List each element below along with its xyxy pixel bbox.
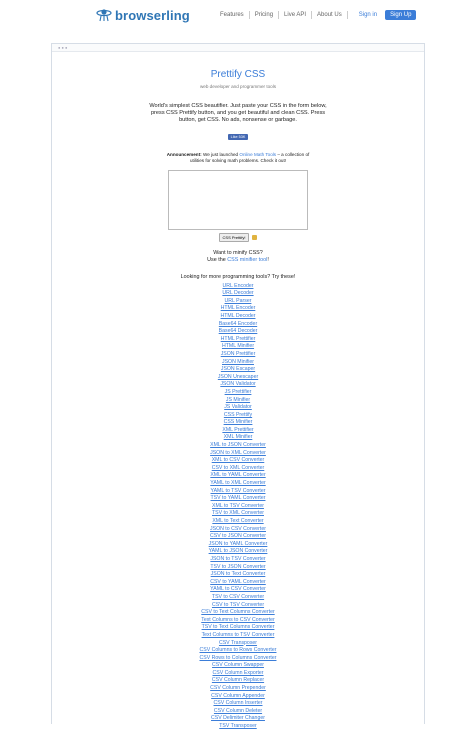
css-prettify-button[interactable]: CSS Prettify! [218,232,250,242]
tool-link[interactable]: TSV to Text Columns Converter [52,624,424,632]
css-minifier-link[interactable]: CSS minifier tool [227,257,267,263]
tool-link[interactable]: CSV Column Swapper [52,662,424,670]
tool-link[interactable]: JSON to YAML Converter [52,541,424,549]
brand-name: browserling [115,7,190,23]
action-row: CSS Prettify! [52,232,424,242]
intro-text: World's simplest CSS beautifier. Just pa… [149,103,327,124]
tool-link[interactable]: CSV Columns to Rows Converter [52,647,424,655]
tool-link[interactable]: CSV to XML Converter [52,465,424,473]
sign-in-link[interactable]: Sign in [359,12,377,18]
tool-link[interactable]: CSV Delimiter Changer [52,715,424,723]
page-subtitle: web developer and programmer tools [199,84,277,89]
css-input-textarea[interactable] [168,169,308,230]
top-nav: Features Pricing Live API About Us Sign … [220,10,417,20]
tool-link[interactable]: JSON to XML Converter [52,450,424,458]
tool-link[interactable]: XML to CSV Converter [52,457,424,465]
minify-line: Use the CSS minifier tool! [52,257,424,264]
tool-link[interactable]: TSV to CSV Converter [52,594,424,602]
tool-link[interactable]: CSV Column Inserter [52,700,424,708]
announcement: Announcement: We just launched Online Ma… [163,152,313,164]
minify-post: ! [267,256,269,263]
tool-link[interactable]: XML to Text Converter [52,518,424,526]
tool-link[interactable]: JSON Minifier [52,359,424,367]
more-tools-heading: Looking for more programming tools? Try … [180,273,296,280]
facebook-like-button[interactable]: Like 53K [227,133,249,140]
tool-list: URL Encoder URL Decoder URL Parser HTML Enc… [52,283,424,731]
tool-link[interactable]: CSV Column Deleter [52,708,424,716]
tool-link[interactable]: URL Encoder [52,283,424,291]
tool-link[interactable]: URL Parser [52,298,424,306]
page-title: Prettify CSS [210,69,266,80]
tool-link[interactable]: CSV Column Exporter [52,670,424,678]
browserling-logo-icon [96,9,112,22]
main-content: Prettify CSS web developer and programme… [52,69,424,731]
nav-divider [248,11,250,19]
site-header: browserling Features Pricing Live API Ab… [0,0,474,30]
tool-link[interactable]: CSV Transposer [52,640,424,648]
nav-features[interactable]: Features [220,12,244,18]
tool-link[interactable]: CSS Minifier [52,419,424,427]
tool-link[interactable]: URL Decoder [52,290,424,298]
tool-link[interactable]: CSV Column Replacer [52,677,424,685]
announcement-label: Announcement: [166,151,202,157]
tool-link[interactable]: CSS Prettify [52,412,424,420]
announcement-pre: We just launched [201,151,240,157]
tool-link[interactable]: JSON Escaper [52,366,424,374]
tool-link[interactable]: CSV Column Appender [52,693,424,701]
tool-link[interactable]: HTML Encoder [52,305,424,313]
tool-link[interactable]: YAML to CSV Converter [52,586,424,594]
tool-link[interactable]: CSV to JSON Converter [52,533,424,541]
nav-divider [278,11,280,19]
tool-link[interactable]: JSON to CSV Converter [52,526,424,534]
brand-logo[interactable]: browserling [96,7,190,23]
tool-link[interactable]: TSV Transposer [52,723,424,731]
tool-link[interactable]: XML Minifier [52,434,424,442]
tool-link[interactable]: JSON to Text Converter [52,571,424,579]
tool-link[interactable]: TSV to XML Converter [52,510,424,518]
minify-question: Want to minify CSS? [213,249,263,256]
sign-up-button[interactable]: Sign Up [385,10,417,20]
tool-link[interactable]: XML to JSON Converter [52,442,424,450]
tool-link[interactable]: TSV to JSON Converter [52,564,424,572]
tool-link[interactable]: CSV to YAML Converter [52,579,424,587]
tool-link[interactable]: CSV to Text Columns Converter [52,609,424,617]
tool-link[interactable]: JSON Prettifier [52,351,424,359]
tool-link[interactable]: CSV Rows to Columns Converter [52,655,424,663]
tool-link[interactable]: Base64 Encoder [52,321,424,329]
tool-link[interactable]: JS Minifier [52,397,424,405]
tool-link[interactable]: JSON Validator [52,381,424,389]
minify-promo: Want to minify CSS? Use the CSS minifier… [52,250,424,264]
nav-pricing[interactable]: Pricing [255,12,273,18]
tool-link[interactable]: Base64 Decoder [52,328,424,336]
minify-pre: Use the [207,256,228,263]
tool-link[interactable]: TSV to YAML Converter [52,495,424,503]
tool-link[interactable]: HTML Prettifier [52,336,424,344]
tool-link[interactable]: HTML Decoder [52,313,424,321]
frame-toolbar: ● ● ● [52,44,424,52]
tool-link[interactable]: Text Columns to TSV Converter [52,632,424,640]
tool-link[interactable]: HTML Minifier [52,343,424,351]
content-frame: ● ● ● Prettify CSS web developer and pro… [51,43,425,729]
tool-link[interactable]: JS Prettifier [52,389,424,397]
tool-link[interactable]: JS Validator [52,404,424,412]
tool-link[interactable]: XML Prettifier [52,427,424,435]
tool-link[interactable]: CSV Column Prepender [52,685,424,693]
options-icon[interactable] [252,234,258,240]
tool-link[interactable]: YAML to TSV Converter [52,488,424,496]
tool-link[interactable]: JSON Unescaper [52,374,424,382]
tool-link[interactable]: CSV to TSV Converter [52,602,424,610]
nav-live-api[interactable]: Live API [284,12,306,18]
nav-divider [346,11,348,19]
tool-link[interactable]: YAML to XML Converter [52,480,424,488]
tool-link[interactable]: Text Columns to CSV Converter [52,617,424,625]
online-math-tools-link[interactable]: Online Math Tools [239,152,276,157]
tool-link[interactable]: JSON to TSV Converter [52,556,424,564]
tool-link[interactable]: YAML to JSON Converter [52,548,424,556]
nav-divider [311,11,313,19]
tool-link[interactable]: XML to TSV Converter [52,503,424,511]
nav-about-us[interactable]: About Us [317,12,342,18]
tool-link[interactable]: XML to YAML Converter [52,472,424,480]
